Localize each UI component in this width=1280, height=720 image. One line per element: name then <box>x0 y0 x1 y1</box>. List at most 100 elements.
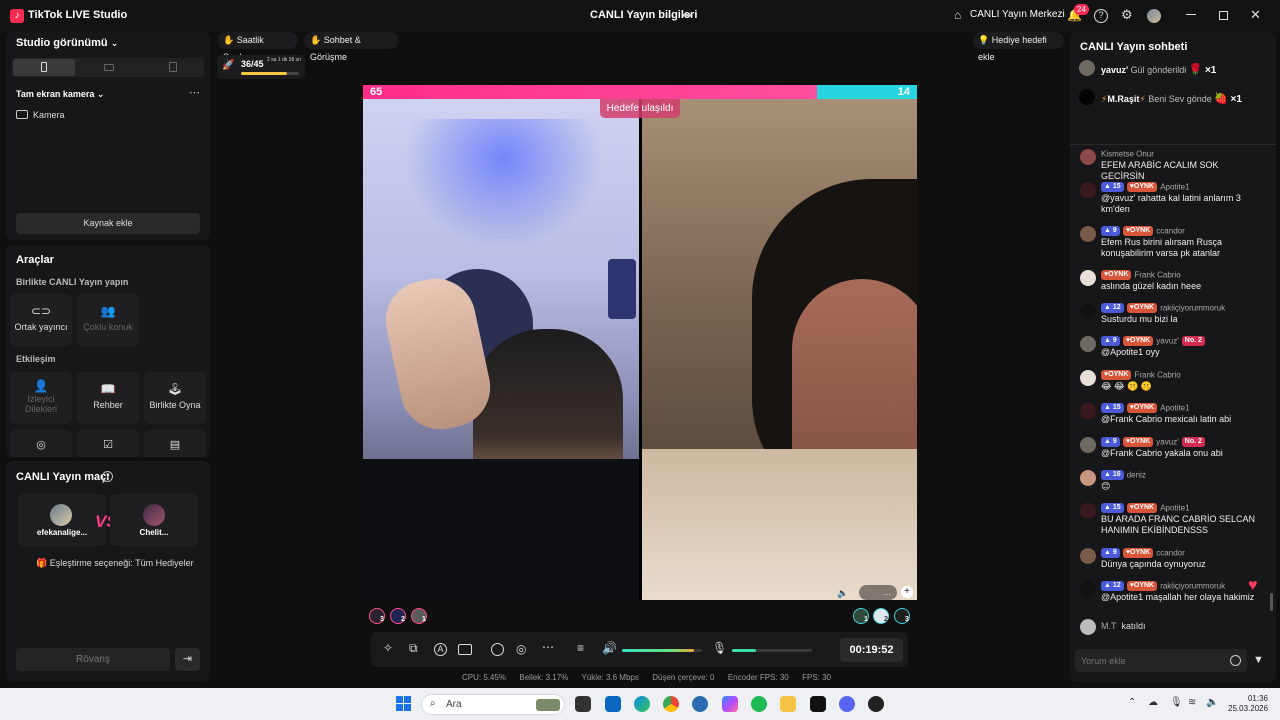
chat-avatar[interactable] <box>1080 303 1096 319</box>
magic-wand-icon[interactable]: ✧ <box>383 641 393 655</box>
wifi-icon[interactable]: ≋ <box>1188 697 1196 708</box>
chat-username[interactable]: yavuz' <box>1156 438 1178 447</box>
cloud-icon[interactable]: ☁ <box>1148 697 1158 708</box>
comment-input[interactable] <box>1075 649 1247 672</box>
studio-view-title[interactable]: Studio görünümü ⌄ <box>16 37 118 49</box>
chat-username[interactable]: Apotite1 <box>1160 504 1189 513</box>
chrome-icon[interactable] <box>663 696 679 712</box>
chevron-up-icon[interactable]: ⌃ <box>1128 697 1136 708</box>
chat-avatar[interactable] <box>1080 370 1096 386</box>
caption-icon[interactable] <box>458 644 472 655</box>
chat-username[interactable]: yavuz' <box>1156 337 1178 346</box>
portrait-option[interactable] <box>13 59 75 76</box>
chat-username[interactable]: Frank Cabrio <box>1134 271 1180 280</box>
player1-card[interactable]: efekanalige... <box>18 494 106 546</box>
copilot-icon[interactable] <box>722 696 738 712</box>
share-icon[interactable]: ➦ <box>682 8 692 22</box>
chat-username[interactable]: deniz <box>1127 471 1146 480</box>
chat-username[interactable]: Apotite1 <box>1160 404 1189 413</box>
volume-slider[interactable] <box>622 649 702 652</box>
close-icon[interactable]: ✕ <box>1250 7 1261 23</box>
more-icon[interactable]: ⋯ <box>542 640 554 654</box>
minimize-icon[interactable] <box>1186 14 1196 15</box>
chat-username[interactable]: Kismetse Onur <box>1101 150 1154 159</box>
gift1-avatar[interactable] <box>1079 60 1095 76</box>
mic-slider[interactable] <box>732 649 812 652</box>
live-center-link[interactable]: CANLI Yayın Merkezi <box>970 9 1065 20</box>
co-host-tool[interactable]: ⊂⊃ Ortak yayıncı <box>10 294 72 346</box>
speaker-icon[interactable]: 🔊 <box>602 641 617 655</box>
profile-avatar[interactable] <box>1147 9 1161 23</box>
chat-avatar[interactable] <box>1080 581 1096 597</box>
microphone-icon[interactable]: 🎙 <box>712 641 727 655</box>
chat-username[interactable]: rakiiçiyorummoruk <box>1160 582 1225 591</box>
hourly-ranking-chip[interactable]: ✋ Saatlik Sıralama <box>217 32 298 62</box>
taskbar-clock[interactable]: 01:36 25.03.2026 <box>1228 694 1268 714</box>
chat-avatar[interactable] <box>1080 149 1096 165</box>
help-icon[interactable]: ? <box>102 471 113 482</box>
camera-section-title[interactable]: Tam ekran kamera ⌄ <box>16 89 104 100</box>
chat-username[interactable]: ccandor <box>1156 227 1184 236</box>
poll-tool-partial[interactable]: ☑ <box>77 430 139 457</box>
camera-source-item[interactable]: Kamera <box>33 110 65 120</box>
record-icon[interactable] <box>491 643 504 656</box>
screen-share-icon[interactable]: ⧉ <box>409 641 418 656</box>
chat-avatar[interactable] <box>1080 548 1096 564</box>
chat-username[interactable]: rakiiçiyorummoruk <box>1160 304 1225 313</box>
chat-username[interactable]: Apotite1 <box>1160 183 1189 192</box>
tiktok-icon[interactable] <box>810 696 826 712</box>
add-source-button[interactable]: Kaynak ekle <box>16 213 200 234</box>
landscape-icon[interactable] <box>104 64 114 71</box>
task-view-icon[interactable] <box>575 696 591 712</box>
help-icon[interactable]: ? <box>1094 9 1108 23</box>
viewer-wishes-tool[interactable]: 👤 İzleyici Dilekleri <box>10 372 72 424</box>
chat-scrollbar[interactable] <box>1270 593 1273 611</box>
chat-avatar[interactable] <box>1080 403 1096 419</box>
heart-like-icon[interactable]: ♥ <box>1248 577 1258 595</box>
game-tool-partial[interactable]: ◎ <box>10 430 72 457</box>
chat-avatar[interactable] <box>1080 182 1096 198</box>
opponent-viewers-chip[interactable]: … <box>859 585 897 600</box>
home-icon[interactable]: ⌂ <box>954 8 961 22</box>
guide-tool[interactable]: 📖 Rehber <box>77 372 139 424</box>
more-options-icon[interactable]: ⋯ <box>189 86 200 99</box>
mute-icon[interactable]: 🔈 <box>837 588 848 599</box>
file-explorer-icon[interactable] <box>780 696 796 712</box>
play-together-tool[interactable]: 🕹 Birlikte Oyna <box>144 372 206 424</box>
outlook-icon[interactable] <box>605 696 621 712</box>
taskbar-search[interactable]: ⌕ Ara <box>421 694 565 715</box>
edge-icon[interactable] <box>634 696 650 712</box>
spotify-icon[interactable] <box>751 696 767 712</box>
windows-start-icon[interactable] <box>396 696 412 712</box>
chat-meet-chip[interactable]: ✋ Sohbet & Görüşme <box>304 32 399 62</box>
add-icon[interactable]: + <box>901 586 913 598</box>
equalizer-icon[interactable]: ≡ <box>577 641 584 655</box>
player2-card[interactable]: Chelit... <box>110 494 198 546</box>
chat-avatar[interactable] <box>1080 437 1096 453</box>
ai-icon[interactable]: A <box>434 643 447 656</box>
app-icon[interactable] <box>692 696 708 712</box>
gift2-avatar[interactable] <box>1079 89 1095 105</box>
chat-avatar[interactable] <box>1080 270 1096 286</box>
chat-avatar[interactable] <box>1080 470 1096 486</box>
chat-username[interactable]: ccandor <box>1156 549 1184 558</box>
settings-gear-icon[interactable]: ⚙ <box>1121 7 1133 23</box>
box-tool-partial[interactable]: ▤ <box>144 430 206 457</box>
microphone-tray-icon[interactable]: 🎙 <box>1170 697 1183 708</box>
maximize-icon[interactable] <box>1219 11 1228 20</box>
emoji-icon[interactable] <box>1230 655 1241 666</box>
exit-match-icon[interactable]: ⇥ <box>175 648 200 671</box>
chat-avatar[interactable] <box>1080 503 1096 519</box>
multi-guest-tool[interactable]: 👥 Çoklu konuk <box>77 294 139 346</box>
discord-icon[interactable] <box>839 696 855 712</box>
dual-view-icon[interactable] <box>169 62 177 72</box>
goal-progress-widget[interactable]: 🚀 36/45 2 sa 1 dk 38 sn <box>217 55 305 79</box>
rematch-button[interactable]: Rövanş <box>16 648 170 671</box>
gift-goal-chip[interactable]: 💡 Hediye hedefi ekle <box>973 32 1064 62</box>
target-icon[interactable]: ◎ <box>516 642 526 656</box>
chat-username[interactable]: Frank Cabrio <box>1134 371 1180 380</box>
speaker-tray-icon[interactable]: 🔈 <box>1206 697 1218 708</box>
chat-avatar[interactable] <box>1080 336 1096 352</box>
filter-icon[interactable]: ▼ <box>1253 654 1264 666</box>
app-icon[interactable] <box>868 696 884 712</box>
